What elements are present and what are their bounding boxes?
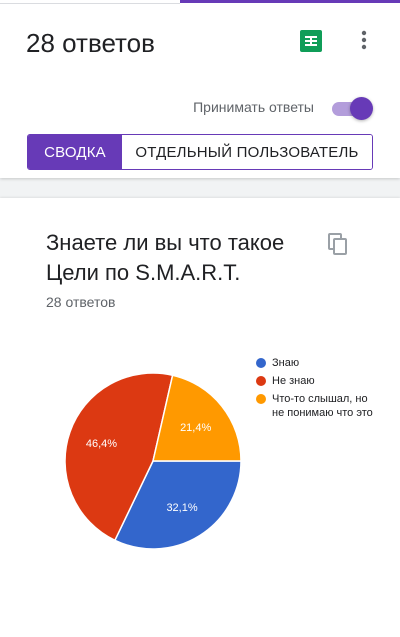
legend-label: Что-то слышал, но не понимаю что это xyxy=(272,393,373,419)
google-sheets-icon[interactable] xyxy=(300,30,322,52)
legend-item-know[interactable]: Знаю xyxy=(256,356,396,370)
pie-chart: 32,1% 46,4% 21,4% xyxy=(64,372,242,550)
accept-responses-toggle[interactable] xyxy=(330,95,374,121)
accept-responses-row: Принимать ответы xyxy=(0,94,400,122)
responses-header-panel: 28 ответов Принимать ответы СВОДКА ОТДЕЛ… xyxy=(0,0,400,178)
question-summary-card: Знаете ли вы что такое Цели по S.M.A.R.T… xyxy=(0,198,400,637)
toggle-thumb xyxy=(350,97,373,120)
legend-item-dont-know[interactable]: Не знаю xyxy=(256,374,396,388)
pie-label-heard: 21,4% xyxy=(180,422,211,434)
accept-responses-label: Принимать ответы xyxy=(193,99,314,115)
chart-legend: Знаю Не знаю Что-то слышал, но не понимаю … xyxy=(256,356,396,424)
tab-divider xyxy=(0,3,180,4)
question-title: Знаете ли вы что такое Цели по S.M.A.R.T… xyxy=(46,230,285,285)
question-responses-count: 28 ответов xyxy=(46,294,116,310)
legend-swatch xyxy=(256,358,266,368)
legend-label: Знаю xyxy=(272,357,300,369)
tab-individual[interactable]: ОТДЕЛЬНЫЙ ПОЛЬЗОВАТЕЛЬ xyxy=(122,135,372,169)
pie-label-dont-know: 46,4% xyxy=(86,438,117,450)
pie-label-know: 32,1% xyxy=(166,502,197,514)
tab-summary[interactable]: СВОДКА xyxy=(28,135,122,169)
page: 28 ответов Принимать ответы СВОДКА ОТДЕЛ… xyxy=(0,0,400,637)
view-tabs: СВОДКА ОТДЕЛЬНЫЙ ПОЛЬЗОВАТЕЛЬ xyxy=(27,134,373,170)
active-tab-indicator xyxy=(180,0,400,3)
legend-swatch xyxy=(256,394,266,404)
legend-swatch xyxy=(256,376,266,386)
legend-label: Не знаю xyxy=(272,375,315,387)
legend-item-heard[interactable]: Что-то слышал, но не понимаю что это xyxy=(256,392,396,420)
responses-count-title: 28 ответов xyxy=(26,28,155,58)
copy-icon[interactable] xyxy=(326,232,350,256)
more-vert-icon[interactable] xyxy=(354,28,374,52)
